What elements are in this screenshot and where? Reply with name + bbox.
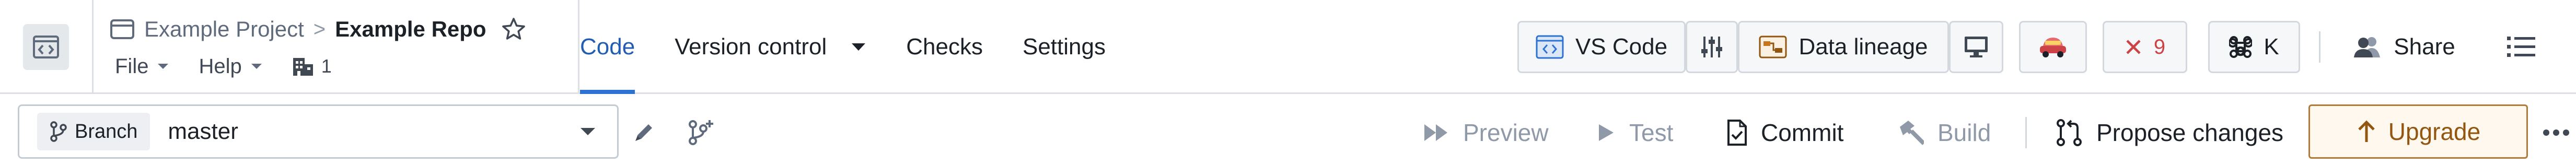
error-count: 9 bbox=[2153, 35, 2166, 58]
file-menu-label: File bbox=[115, 54, 149, 78]
branch-selector[interactable]: Branch master bbox=[18, 104, 619, 159]
share-button[interactable]: Share bbox=[2341, 21, 2466, 73]
tab-version-control[interactable]: Version control bbox=[675, 0, 866, 94]
document-commit-icon bbox=[1726, 119, 1747, 146]
list-view-button[interactable] bbox=[2492, 21, 2550, 73]
vscode-button[interactable]: VS Code bbox=[1517, 21, 1686, 73]
propose-changes-label: Propose changes bbox=[2096, 119, 2284, 146]
tab-settings-label: Settings bbox=[1022, 34, 1106, 60]
help-menu-label: Help bbox=[199, 54, 242, 78]
caret-down-icon[interactable] bbox=[579, 127, 596, 136]
vehicle-button[interactable] bbox=[2019, 21, 2087, 73]
action-divider bbox=[2025, 117, 2027, 148]
people-icon bbox=[2352, 36, 2382, 58]
tab-settings[interactable]: Settings bbox=[1023, 0, 1106, 94]
repository-count-value: 1 bbox=[321, 55, 332, 77]
tab-code[interactable]: Code bbox=[580, 0, 635, 94]
error-x-icon bbox=[2125, 38, 2142, 56]
edit-pencil-icon bbox=[631, 120, 656, 145]
monitor-button[interactable] bbox=[1949, 21, 2003, 73]
desktop-icon bbox=[1964, 36, 1989, 58]
data-lineage-icon bbox=[1759, 36, 1787, 58]
arrow-up-icon bbox=[2356, 119, 2377, 144]
command-palette-button[interactable]: K bbox=[2208, 21, 2300, 73]
shortcut-key-label: K bbox=[2264, 34, 2279, 60]
repository-header: Example Project > Example Repo File Help bbox=[0, 0, 2576, 94]
sliders-icon bbox=[1700, 34, 1723, 60]
vscode-label: VS Code bbox=[1575, 34, 1668, 60]
menu-bar: File Help 1 bbox=[115, 50, 332, 82]
propose-changes-button[interactable]: Propose changes bbox=[2056, 108, 2283, 158]
data-lineage-label: Data lineage bbox=[1798, 34, 1928, 60]
main-tabs: Code Version control Checks Settings bbox=[580, 0, 1145, 94]
properties-list-icon bbox=[2506, 34, 2536, 60]
toolbar-divider bbox=[2319, 31, 2320, 63]
new-branch-button[interactable] bbox=[688, 108, 715, 158]
build-button[interactable]: Build bbox=[1897, 108, 1991, 158]
branch-name: master bbox=[168, 119, 238, 144]
help-menu[interactable]: Help bbox=[199, 55, 262, 78]
breadcrumb-project[interactable]: Example Project bbox=[144, 17, 304, 42]
repository-count[interactable]: 1 bbox=[292, 55, 332, 77]
upgrade-label: Upgrade bbox=[2388, 118, 2481, 145]
breadcrumb-repo[interactable]: Example Repo bbox=[335, 17, 486, 42]
upgrade-button[interactable]: Upgrade bbox=[2308, 104, 2528, 159]
breadcrumb-separator: > bbox=[313, 17, 326, 41]
preview-button[interactable]: Preview bbox=[1423, 108, 1549, 158]
test-button[interactable]: Test bbox=[1597, 108, 1673, 158]
more-horizontal-icon bbox=[2543, 129, 2570, 136]
play-icon bbox=[1597, 122, 1616, 143]
share-label: Share bbox=[2394, 34, 2455, 60]
tab-code-label: Code bbox=[580, 34, 635, 60]
vscode-icon bbox=[1536, 35, 1564, 59]
caret-down-icon bbox=[157, 63, 169, 70]
branch-tag-label: Branch bbox=[75, 120, 138, 143]
build-label: Build bbox=[1937, 119, 1991, 146]
preview-label: Preview bbox=[1463, 119, 1549, 146]
office-building-icon bbox=[292, 56, 314, 77]
fast-forward-icon bbox=[1423, 122, 1449, 143]
star-icon[interactable] bbox=[501, 17, 526, 42]
header-divider bbox=[578, 0, 579, 94]
tab-checks-label: Checks bbox=[906, 34, 983, 60]
git-new-branch-icon bbox=[688, 119, 715, 146]
commit-button[interactable]: Commit bbox=[1726, 108, 1843, 158]
car-icon bbox=[2038, 34, 2068, 60]
folder-icon bbox=[110, 19, 135, 40]
rename-branch-button[interactable] bbox=[631, 108, 656, 158]
test-label: Test bbox=[1629, 119, 1674, 146]
tab-checks[interactable]: Checks bbox=[906, 0, 983, 94]
tab-version-control-label: Version control bbox=[675, 34, 827, 60]
hammer-icon bbox=[1897, 120, 1924, 146]
data-lineage-button[interactable]: Data lineage bbox=[1738, 21, 1949, 73]
app-icon-container[interactable] bbox=[0, 0, 92, 94]
errors-button[interactable]: 9 bbox=[2103, 21, 2187, 73]
git-branch-icon bbox=[50, 121, 67, 142]
git-pull-request-icon bbox=[2056, 119, 2083, 147]
code-repository-icon[interactable] bbox=[23, 24, 69, 70]
command-key-icon bbox=[2229, 36, 2253, 58]
header-divider bbox=[92, 0, 94, 94]
commit-label: Commit bbox=[1761, 119, 1844, 146]
breadcrumb: Example Project > Example Repo bbox=[110, 13, 526, 46]
more-actions-button[interactable] bbox=[2543, 108, 2570, 158]
branch-tag: Branch bbox=[37, 113, 150, 150]
caret-down-icon[interactable] bbox=[851, 42, 866, 52]
caret-down-icon bbox=[250, 63, 263, 70]
file-menu[interactable]: File bbox=[115, 55, 169, 78]
settings-sliders-button[interactable] bbox=[1686, 21, 1738, 73]
